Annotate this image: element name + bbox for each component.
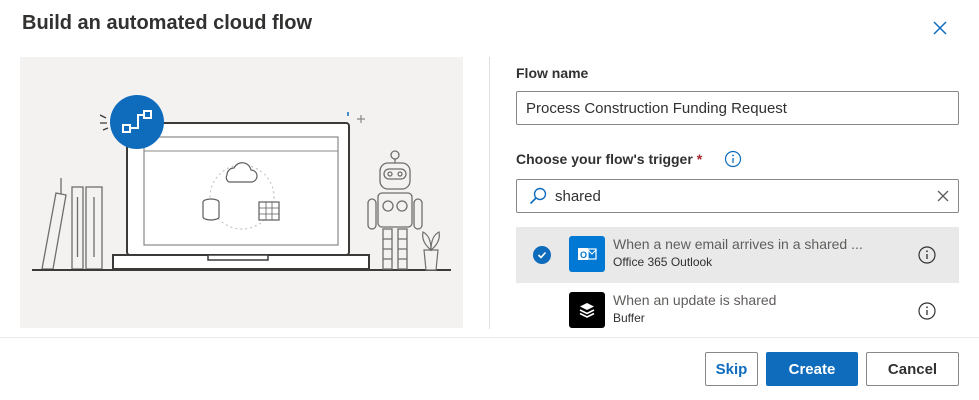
close-icon <box>933 21 947 35</box>
info-icon <box>918 246 936 264</box>
trigger-search-input[interactable]: shared <box>516 179 959 213</box>
clear-icon <box>937 190 949 202</box>
buffer-icon <box>569 292 605 328</box>
trigger-list: O When a new email arrives in a shared .… <box>516 227 959 337</box>
trigger-title: When an update is shared <box>613 292 777 308</box>
trigger-info-button[interactable] <box>917 301 937 321</box>
trigger-info-button[interactable] <box>724 150 742 168</box>
trigger-connector: Buffer <box>613 311 645 325</box>
search-value: shared <box>555 187 601 205</box>
create-button[interactable]: Create <box>766 352 858 386</box>
trigger-option-shared-mailbox[interactable]: O When a new email arrives in a shared .… <box>516 227 959 283</box>
outlook-icon: O <box>569 236 605 272</box>
svg-text:O: O <box>580 250 587 260</box>
laptop-illustration <box>32 95 451 271</box>
trigger-title: When a new email arrives in a shared ... <box>613 236 863 252</box>
info-icon <box>724 150 742 168</box>
clear-search-button[interactable] <box>928 181 958 211</box>
required-marker: * <box>696 151 703 167</box>
cancel-button[interactable]: Cancel <box>866 352 959 386</box>
trigger-label-text: Choose your flow's trigger <box>516 151 693 167</box>
close-button[interactable] <box>926 14 954 42</box>
info-icon <box>918 302 936 320</box>
dialog-title: Build an automated cloud flow <box>22 12 312 34</box>
flow-name-input[interactable]: Process Construction Funding Request <box>516 91 959 125</box>
search-icon <box>527 185 549 207</box>
skip-button[interactable]: Skip <box>705 352 758 386</box>
trigger-connector: Office 365 Outlook <box>613 255 713 269</box>
footer-divider <box>0 337 979 338</box>
flow-name-value: Process Construction Funding Request <box>526 99 787 117</box>
trigger-option-update-shared[interactable]: When an update is shared Buffer <box>516 283 959 337</box>
selected-check-icon <box>533 246 551 264</box>
illustration <box>20 57 463 328</box>
flow-name-label: Flow name <box>516 65 589 81</box>
vertical-divider <box>489 57 490 329</box>
trigger-label: Choose your flow's trigger * <box>516 151 702 167</box>
trigger-info-button[interactable] <box>917 245 937 265</box>
